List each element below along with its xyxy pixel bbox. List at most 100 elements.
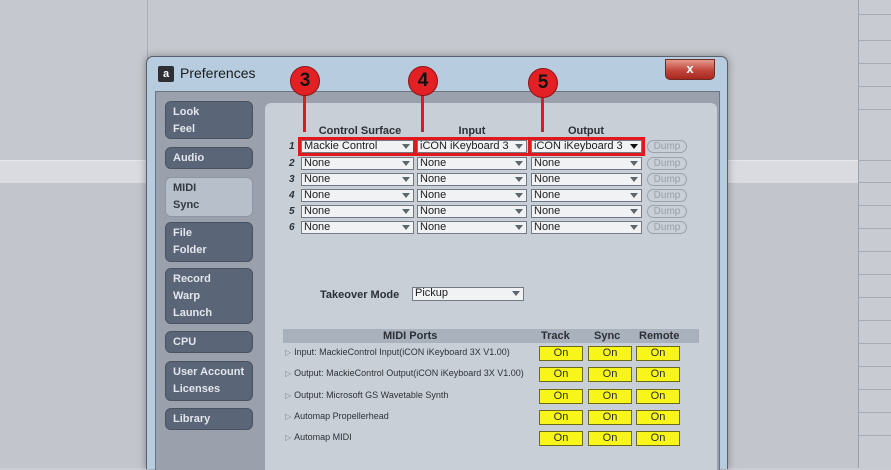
dropdown-arrow-icon xyxy=(630,177,638,182)
row-number: 2 xyxy=(289,158,295,169)
input-select-3[interactable]: None xyxy=(417,173,527,186)
sync-on-button[interactable]: On xyxy=(588,367,632,382)
midi-port-row: ▷ Output: MackieControl Output(iCON iKeyb… xyxy=(283,367,699,383)
midi-port-name[interactable]: ▷ Output: Microsoft GS Wavetable Synth xyxy=(285,390,448,400)
close-button[interactable]: x xyxy=(665,59,715,80)
control-surface-select-3[interactable]: None xyxy=(301,173,414,186)
dropdown-arrow-icon xyxy=(515,193,523,198)
row-number: 3 xyxy=(289,174,295,185)
control-surface-select-2[interactable]: None xyxy=(301,157,414,170)
midi-sync-panel: Control Surface Input Output 1 Mackie Co… xyxy=(265,103,717,470)
remote-on-button[interactable]: On xyxy=(636,410,680,425)
control-surface-select-6[interactable]: None xyxy=(301,221,414,234)
input-select-6[interactable]: None xyxy=(417,221,527,234)
dropdown-arrow-icon xyxy=(515,225,523,230)
remote-on-button[interactable]: On xyxy=(636,389,680,404)
input-select-5[interactable]: None xyxy=(417,205,527,218)
tab-cpu[interactable]: CPU xyxy=(165,331,253,353)
dropdown-arrow-icon xyxy=(515,161,523,166)
dropdown-arrow-icon xyxy=(402,209,410,214)
window-title: Preferences xyxy=(180,65,256,81)
midi-port-row: ▷ Automap MIDI On On On xyxy=(283,431,699,447)
dropdown-arrow-icon xyxy=(515,209,523,214)
dropdown-arrow-icon xyxy=(630,193,638,198)
tab-audio[interactable]: Audio xyxy=(165,147,253,169)
preferences-client: Look Feel Audio MIDI Sync File Folder Recor… xyxy=(155,91,720,470)
track-on-button[interactable]: On xyxy=(539,346,583,361)
daw-right-column xyxy=(858,0,891,468)
dump-button-6[interactable]: Dump xyxy=(647,221,687,234)
output-select-4[interactable]: None xyxy=(531,189,642,202)
control-surface-select-4[interactable]: None xyxy=(301,189,414,202)
input-select-2[interactable]: None xyxy=(417,157,527,170)
input-header: Input xyxy=(458,125,486,137)
tab-library[interactable]: Library xyxy=(165,408,253,430)
preferences-window: a Preferences x Look Feel Audio MIDI Sync … xyxy=(146,56,728,470)
dropdown-arrow-icon xyxy=(402,161,410,166)
expand-triangle-icon[interactable]: ▷ xyxy=(285,391,291,400)
takeover-mode-label: Takeover Mode xyxy=(320,289,400,301)
track-on-button[interactable]: On xyxy=(539,431,583,446)
sync-on-button[interactable]: On xyxy=(588,346,632,361)
row-number: 4 xyxy=(289,190,295,201)
callout-box-control-surface xyxy=(298,137,417,156)
input-select-4[interactable]: None xyxy=(417,189,527,202)
midi-port-row: ▷ Output: Microsoft GS Wavetable Synth On… xyxy=(283,389,699,405)
dropdown-arrow-icon xyxy=(512,291,520,296)
control-surface-header: Control Surface xyxy=(318,125,402,137)
row-number: 6 xyxy=(289,222,295,233)
callout-box-output xyxy=(528,137,645,156)
dump-button-4[interactable]: Dump xyxy=(647,189,687,202)
app-icon: a xyxy=(158,66,174,82)
midi-port-row: ▷ Input: MackieControl Input(iCON iKeyboa… xyxy=(283,346,699,362)
expand-triangle-icon[interactable]: ▷ xyxy=(285,369,291,378)
dropdown-arrow-icon xyxy=(515,177,523,182)
track-on-button[interactable]: On xyxy=(539,367,583,382)
expand-triangle-icon[interactable]: ▷ xyxy=(285,412,291,421)
dump-button-1[interactable]: Dump xyxy=(647,140,687,153)
dropdown-arrow-icon xyxy=(402,225,410,230)
track-on-button[interactable]: On xyxy=(539,410,583,425)
tab-look-feel[interactable]: Look Feel xyxy=(165,101,253,139)
remote-on-button[interactable]: On xyxy=(636,367,680,382)
callout-line xyxy=(421,92,424,132)
dump-button-3[interactable]: Dump xyxy=(647,173,687,186)
midi-ports-header: MIDI Ports Track Sync Remote xyxy=(283,329,699,343)
dump-button-2[interactable]: Dump xyxy=(647,157,687,170)
row-number: 5 xyxy=(289,206,295,217)
output-select-6[interactable]: None xyxy=(531,221,642,234)
track-on-button[interactable]: On xyxy=(539,389,583,404)
expand-triangle-icon[interactable]: ▷ xyxy=(285,433,291,442)
midi-port-name[interactable]: ▷ Automap MIDI xyxy=(285,432,352,442)
dropdown-arrow-icon xyxy=(630,161,638,166)
dropdown-arrow-icon xyxy=(402,177,410,182)
callout-badge-4: 4 xyxy=(408,66,438,96)
midi-port-name[interactable]: ▷ Input: MackieControl Input(iCON iKeyboa… xyxy=(285,347,510,357)
dump-button-5[interactable]: Dump xyxy=(647,205,687,218)
dropdown-arrow-icon xyxy=(402,193,410,198)
midi-ports-title: MIDI Ports xyxy=(383,330,438,342)
remote-on-button[interactable]: On xyxy=(636,346,680,361)
tab-record-warp-launch[interactable]: Record Warp Launch xyxy=(165,268,253,324)
tab-midi-sync[interactable]: MIDI Sync xyxy=(165,177,253,217)
midi-port-name[interactable]: ▷ Automap Propellerhead xyxy=(285,411,389,421)
takeover-mode-select[interactable]: Pickup xyxy=(412,287,524,301)
remote-on-button[interactable]: On xyxy=(636,431,680,446)
midi-port-name[interactable]: ▷ Output: MackieControl Output(iCON iKeyb… xyxy=(285,368,524,378)
expand-triangle-icon[interactable]: ▷ xyxy=(285,348,291,357)
output-select-3[interactable]: None xyxy=(531,173,642,186)
sync-on-button[interactable]: On xyxy=(588,389,632,404)
midi-port-row: ▷ Automap Propellerhead On On On xyxy=(283,410,699,426)
sync-on-button[interactable]: On xyxy=(588,431,632,446)
callout-line xyxy=(541,94,544,132)
sync-on-button[interactable]: On xyxy=(588,410,632,425)
callout-box-input xyxy=(413,137,531,156)
callout-badge-5: 5 xyxy=(528,68,558,98)
dropdown-arrow-icon xyxy=(630,225,638,230)
output-select-5[interactable]: None xyxy=(531,205,642,218)
tab-user-account-licenses[interactable]: User Account Licenses xyxy=(165,361,253,401)
tab-file-folder[interactable]: File Folder xyxy=(165,222,253,262)
output-select-2[interactable]: None xyxy=(531,157,642,170)
output-header: Output xyxy=(567,125,605,137)
control-surface-select-5[interactable]: None xyxy=(301,205,414,218)
